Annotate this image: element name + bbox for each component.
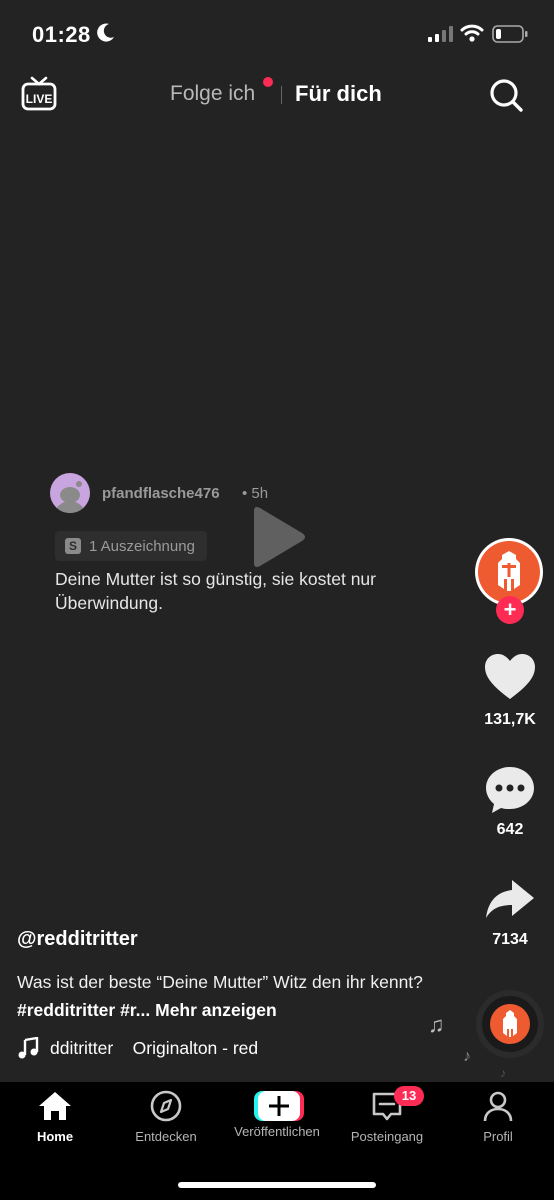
award-badge: S 1 Auszeichnung [55,531,207,561]
comment-count: 642 [496,821,524,838]
battery-icon [492,25,528,43]
sound-logo-icon [490,1004,530,1044]
tab-for-you[interactable]: Für dich [295,81,382,107]
inbox-badge: 13 [394,1086,424,1106]
status-time: 01:28 [32,22,91,47]
live-label: LIVE [26,92,53,106]
music-note-icon: ♪ [500,1066,506,1080]
tab-divider [281,86,282,104]
nav-home-label: Home [36,1129,74,1144]
nav-discover-label: Entdecken [135,1129,197,1144]
comment-icon[interactable] [484,765,536,815]
post-username: pfandflasche476 [102,485,220,502]
nav-profile[interactable]: Profil [443,1090,553,1144]
caption-text: Was ist der beste “Deine Mutter” Witz de… [17,972,423,992]
nav-publish[interactable]: Veröffentlichen [222,1090,332,1139]
share-count: 7134 [492,931,528,948]
nav-discover[interactable]: Entdecken [111,1090,221,1144]
show-more-link[interactable]: Mehr anzeigen [155,1000,277,1020]
post-avatar [50,473,90,513]
nav-inbox-label: Posteingang [350,1129,424,1144]
compass-icon [150,1090,182,1122]
profile-icon [483,1091,513,1122]
tab-following[interactable]: Folge ich [170,82,255,106]
creator-logo-icon [478,541,540,603]
post-text: Deine Mutter ist so günstig, sie kostet … [55,569,376,613]
follow-plus-button[interactable]: + [496,596,524,624]
notification-dot [263,77,273,87]
home-icon [39,1092,71,1120]
nav-inbox[interactable]: Posteingang [332,1090,442,1144]
live-icon[interactable]: LIVE [20,74,58,112]
share-icon[interactable] [484,878,536,922]
music-note-icon: ♫ [428,1012,445,1037]
post-time: • 5h [242,485,269,502]
heart-icon[interactable] [484,653,536,701]
reddit-avatar-icon [54,481,86,513]
creator-handle[interactable]: @redditritter [17,928,138,951]
like-count: 131,7K [484,711,536,728]
sound-label: dditritter Originalton - red [50,1038,259,1058]
plus-icon [254,1091,304,1121]
music-note-icon: ♪ [463,1048,471,1065]
signal-icon [428,26,453,42]
award-icon: S [65,538,81,554]
create-button [254,1090,304,1121]
search-icon[interactable] [488,76,524,114]
award-label: 1 Auszeichnung [89,537,195,555]
moon-icon [97,23,114,42]
nav-publish-label: Veröffentlichen [234,1124,320,1139]
home-indicator [178,1182,376,1188]
caption-hashtags[interactable]: #redditritter #r... [17,1000,150,1020]
video-caption: Was ist der beste “Deine Mutter” Witz de… [17,968,427,1024]
sound-name[interactable]: dditritter Originalton - red [50,1038,300,1059]
play-icon[interactable] [248,505,308,569]
nav-profile-label: Profil [483,1129,513,1144]
wifi-icon [460,24,484,42]
music-note-icon [18,1037,39,1059]
nav-home[interactable]: Home [0,1090,110,1144]
